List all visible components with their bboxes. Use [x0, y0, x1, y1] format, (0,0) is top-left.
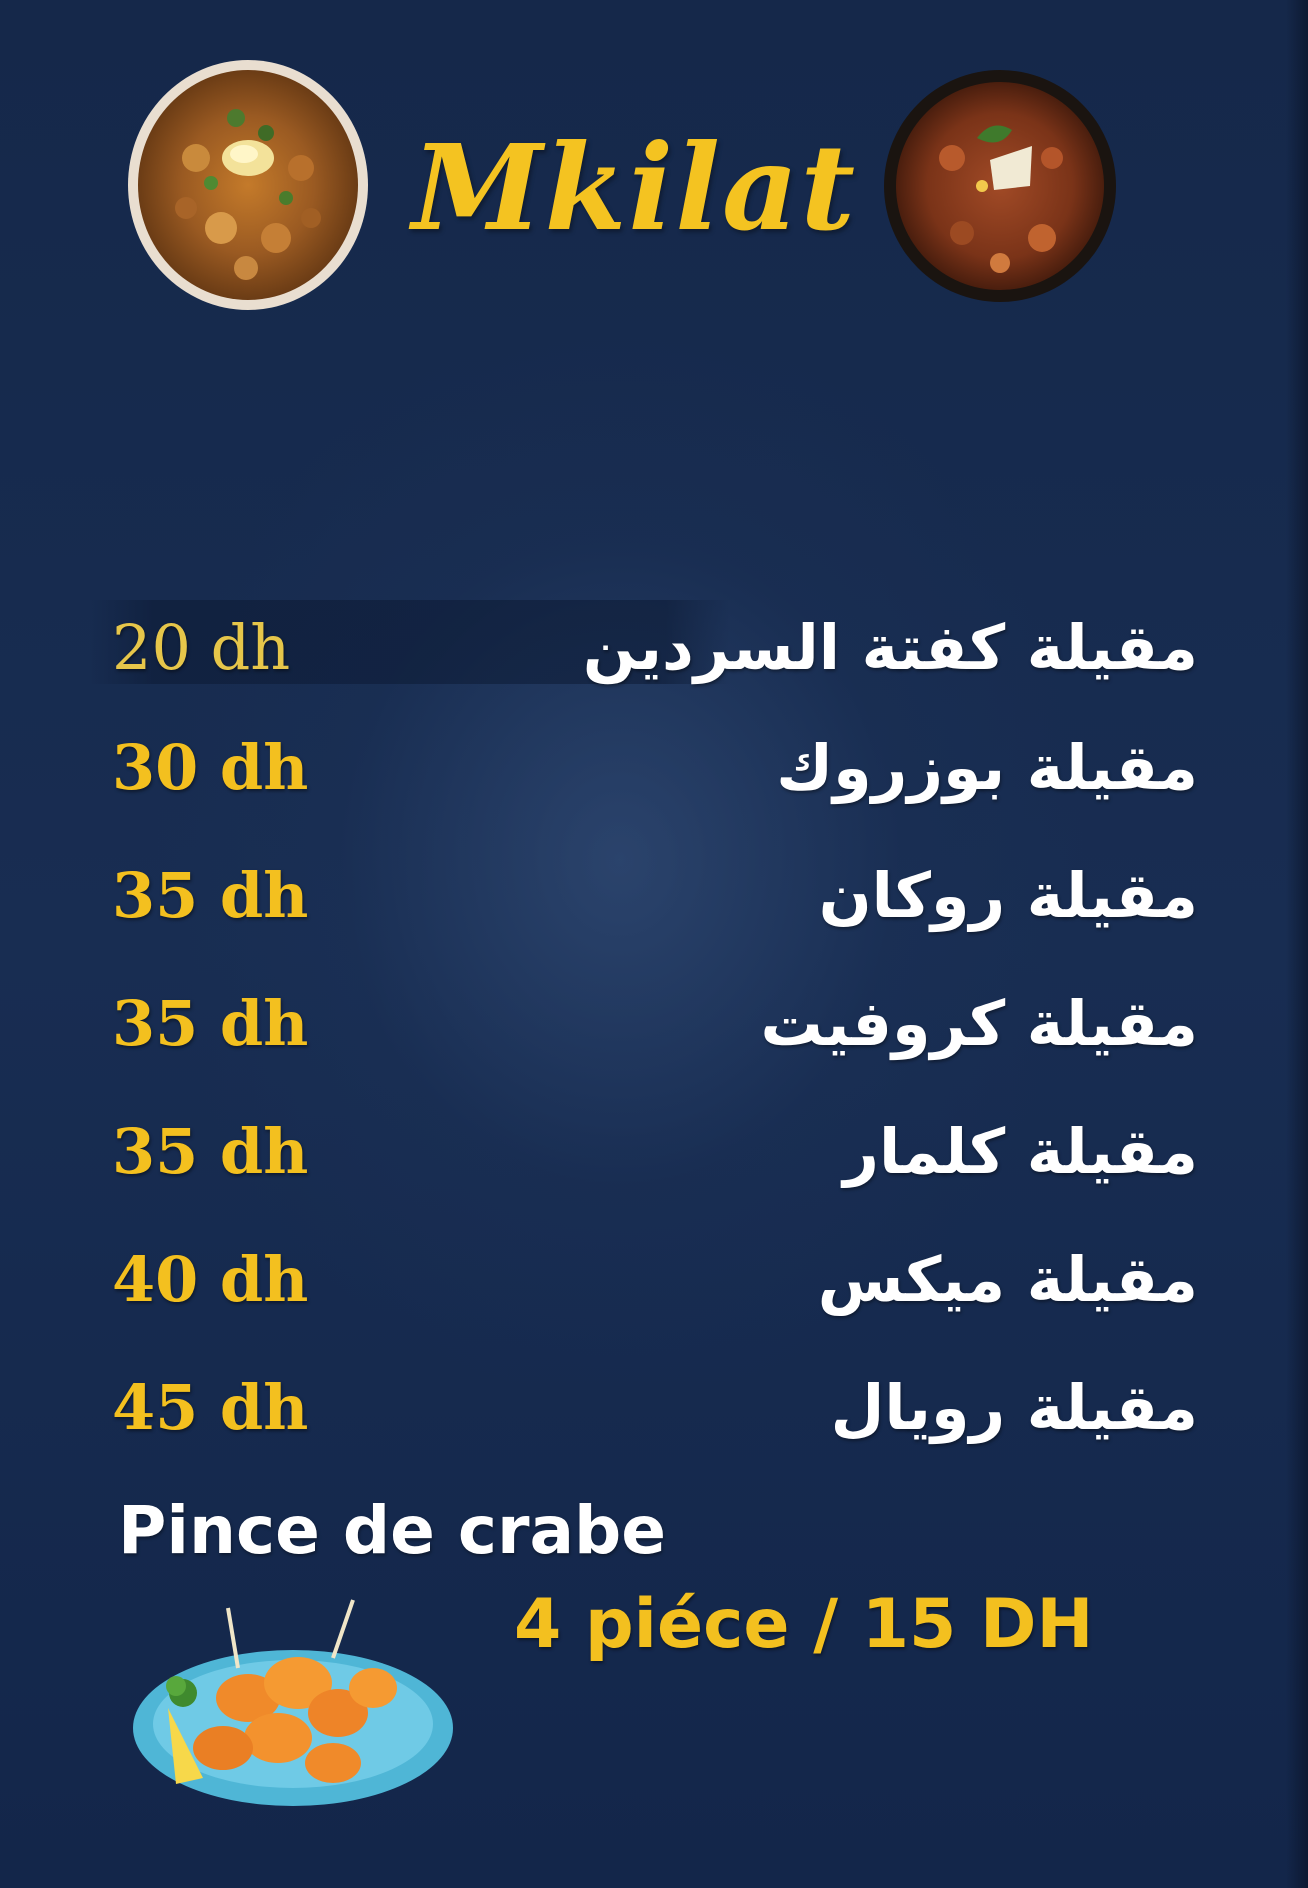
list-item: 30 dh مقيلة بوزروك: [0, 720, 1308, 816]
item-price: 40 dh: [112, 1243, 309, 1316]
item-price: 45 dh: [112, 1371, 309, 1444]
item-name: مقيلة روكان: [818, 859, 1198, 932]
list-item: 35 dh مقيلة روكان: [0, 848, 1308, 944]
list-item: 35 dh مقيلة كلمار: [0, 1104, 1308, 1200]
menu-page: Mkilat 20 dh مقيلة كفتة السردين 30 dh مق…: [0, 0, 1308, 1888]
list-item: 45 dh مقيلة رويال: [0, 1360, 1308, 1456]
list-item: 35 dh مقيلة كروفيت: [0, 976, 1308, 1072]
extra-item-title: Pince de crabe: [118, 1492, 667, 1569]
item-name: مقيلة ميكس: [817, 1243, 1198, 1316]
crab-plate-icon: [133, 1599, 453, 1806]
list-item: 20 dh مقيلة كفتة السردين: [0, 600, 1308, 696]
item-price: 20 dh: [112, 611, 291, 684]
item-name: مقيلة بوزروك: [776, 731, 1198, 804]
item-name: مقيلة كلمار: [843, 1115, 1198, 1188]
item-price: 30 dh: [112, 731, 309, 804]
item-price: 35 dh: [112, 859, 309, 932]
item-name: مقيلة رويال: [830, 1371, 1198, 1444]
extra-item-price: 4 piéce / 15 DH: [514, 1585, 1094, 1664]
item-price: 35 dh: [112, 987, 309, 1060]
item-name: مقيلة كفتة السردين: [582, 611, 1198, 684]
item-name: مقيلة كروفيت: [760, 987, 1198, 1060]
item-price: 35 dh: [112, 1115, 309, 1188]
list-item: 40 dh مقيلة ميكس: [0, 1232, 1308, 1328]
